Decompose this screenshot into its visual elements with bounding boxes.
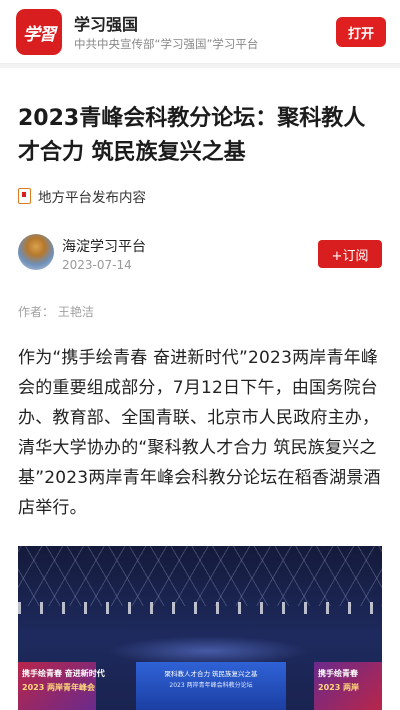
left-screen: 携手绘青春 奋进新时代 2023 两岸青年峰会 [18, 662, 105, 710]
app-name: 学习强国 [74, 15, 139, 34]
article-title: 2023青峰会科教分论坛：聚科教人才合力 筑民族复兴之基 [18, 106, 366, 165]
app-logo-text: 学習 [23, 24, 56, 45]
app-description: 中共中央宣传部“学习强国”学习平台 [74, 37, 259, 51]
app-download-banner: 学習 学习强国 中共中央宣传部“学习强国”学习平台 打开 [0, 0, 400, 64]
right-screen-line2: 2023 两岸 [318, 683, 360, 692]
right-screen: 携手绘青春 2023 两岸 [314, 662, 382, 710]
subscribe-button[interactable]: +订阅 [318, 240, 382, 268]
header-divider [0, 64, 400, 68]
stage-truss [18, 546, 382, 606]
right-screen-line1: 携手绘青春 [318, 669, 358, 678]
center-screen-line1: 聚科教人才合力 筑民族复兴之基 [164, 670, 258, 678]
stage-lights [18, 602, 382, 614]
app-logo[interactable]: 学習 [16, 9, 62, 55]
center-screen-line2: 2023 两岸青年峰会科教分论坛 [169, 682, 253, 689]
open-app-button[interactable]: 打开 [336, 17, 386, 47]
article-photo[interactable]: 携手绘青春 奋进新时代 2023 两岸青年峰会 聚科教人才合力 筑民族复兴之基 … [18, 546, 382, 710]
article-byline: 作者： 王艳洁 [18, 305, 94, 319]
publish-date: 2023-07-14 [62, 258, 132, 272]
left-screen-line2: 2023 两岸青年峰会 [22, 683, 96, 692]
source-tag: 地方平台发布内容 [18, 186, 146, 206]
author-avatar[interactable] [18, 234, 54, 270]
center-screen: 聚科教人才合力 筑民族复兴之基 2023 两岸青年峰会科教分论坛 [136, 662, 286, 710]
article-paragraph: 作为“携手绘青春 奋进新时代”2023两岸青年峰会的重要组成部分，7月12日下午… [18, 348, 381, 518]
bookmark-icon [18, 188, 31, 204]
author-name[interactable]: 海淀学习平台 [62, 236, 146, 256]
left-screen-line1: 携手绘青春 奋进新时代 [22, 669, 105, 678]
source-tag-label: 地方平台发布内容 [38, 190, 146, 206]
